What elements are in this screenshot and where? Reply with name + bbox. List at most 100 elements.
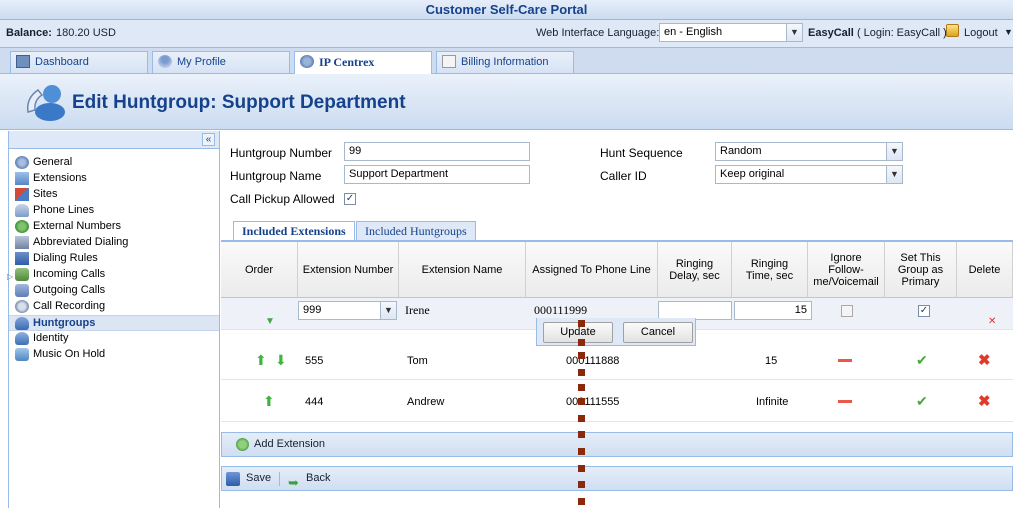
call-pickup-checkbox[interactable]: ✓ bbox=[344, 193, 356, 205]
extension-name-cell: Andrew bbox=[407, 396, 445, 408]
chevron-down-icon: ▼ bbox=[886, 166, 902, 183]
minus-icon bbox=[838, 400, 852, 403]
sidebar-item-huntgroups[interactable]: Huntgroups bbox=[9, 315, 219, 331]
chevron-down-icon: ▼ bbox=[786, 24, 802, 41]
tab-dashboard[interactable]: Dashboard bbox=[10, 51, 148, 73]
move-down-icon[interactable]: ⬇ bbox=[275, 352, 287, 369]
column-header-assigned-line[interactable]: Assigned To Phone Line bbox=[526, 242, 658, 298]
sidebar-item-abbreviated-dialing[interactable]: Abbreviated Dialing bbox=[9, 235, 219, 251]
sidebar-item-label: Abbreviated Dialing bbox=[33, 236, 129, 248]
tab-included-extensions[interactable]: Included Extensions bbox=[233, 221, 355, 242]
call-pickup-label: Call Pickup Allowed bbox=[230, 192, 335, 206]
caller-id-label: Caller ID bbox=[600, 169, 647, 183]
sites-icon bbox=[15, 188, 29, 201]
move-up-icon[interactable]: ⬆ bbox=[263, 393, 275, 410]
sidebar-item-call-recording[interactable]: Call Recording bbox=[9, 299, 219, 315]
column-header-extension-number[interactable]: Extension Number bbox=[298, 242, 399, 298]
move-up-icon[interactable]: ⬆ bbox=[255, 352, 267, 369]
save-button[interactable]: Save bbox=[246, 467, 271, 490]
page-title: Edit Huntgroup: Support Department bbox=[72, 92, 406, 113]
add-icon[interactable] bbox=[236, 438, 249, 451]
check-icon[interactable]: ✔ bbox=[916, 393, 928, 410]
collapse-sidebar-button[interactable]: « bbox=[202, 133, 215, 146]
group-icon bbox=[15, 317, 29, 330]
logout-menu-arrow-icon[interactable]: ▼ bbox=[1004, 27, 1013, 37]
sidebar-item-dialing-rules[interactable]: Dialing Rules bbox=[9, 251, 219, 267]
tab-billing-information[interactable]: Billing Information bbox=[436, 51, 574, 73]
user-info: EasyCall ( Login: EasyCall ) bbox=[808, 27, 947, 39]
sidebar-item-label: External Numbers bbox=[33, 220, 122, 232]
column-header-ringing-time[interactable]: Ringing Time, sec bbox=[732, 242, 808, 298]
dashboard-icon bbox=[16, 55, 30, 68]
tab-included-huntgroups[interactable]: Included Huntgroups bbox=[356, 221, 476, 241]
expand-arrow-icon[interactable]: ▷ bbox=[7, 269, 13, 284]
toolbar-divider bbox=[279, 472, 280, 486]
ringing-time-input[interactable]: 15 bbox=[734, 301, 812, 320]
phone-user-icon bbox=[26, 85, 65, 121]
column-header-delete[interactable]: Delete bbox=[957, 242, 1013, 298]
tab-ip-centrex[interactable]: IP Centrex bbox=[294, 51, 432, 75]
sidebar-item-external-numbers[interactable]: External Numbers bbox=[9, 219, 219, 235]
minus-icon bbox=[838, 359, 852, 362]
column-header-ignore-followme[interactable]: Ignore Follow-me/Voicemail bbox=[808, 242, 885, 298]
huntgroup-number-label: Huntgroup Number bbox=[230, 146, 333, 160]
user-name: EasyCall bbox=[808, 27, 854, 39]
ignore-followme-checkbox[interactable] bbox=[841, 305, 853, 317]
arrow-down-icon[interactable]: ▼ bbox=[265, 316, 275, 327]
gear-icon bbox=[300, 55, 314, 68]
sidebar-item-music-on-hold[interactable]: Music On Hold bbox=[9, 347, 219, 363]
extension-number-select[interactable]: 999 ▼ bbox=[298, 301, 397, 320]
portal-title-bar: Customer Self-Care Portal bbox=[0, 0, 1013, 20]
save-icon[interactable] bbox=[226, 472, 240, 486]
music-icon bbox=[15, 348, 29, 361]
sidebar-item-identity[interactable]: Identity bbox=[9, 331, 219, 347]
sidebar-item-extensions[interactable]: Extensions bbox=[9, 171, 219, 187]
set-primary-checkbox[interactable]: ✓ bbox=[918, 305, 930, 317]
sidebar-item-incoming-calls[interactable]: ▷ Incoming Calls bbox=[7, 267, 219, 284]
sidebar-item-label: Sites bbox=[33, 188, 58, 200]
check-icon[interactable]: ✔ bbox=[916, 352, 928, 369]
account-bar: Balance: 180.20 USD Web Interface Langua… bbox=[0, 20, 1013, 48]
add-extension-button[interactable]: Add Extension bbox=[254, 433, 325, 456]
delete-icon[interactable]: ✕ bbox=[988, 316, 996, 327]
back-button[interactable]: Back bbox=[306, 467, 330, 490]
sidebar-item-sites[interactable]: Sites bbox=[9, 187, 219, 203]
huntgroup-number-input[interactable]: 99 bbox=[344, 142, 530, 161]
column-header-extension-name[interactable]: Extension Name bbox=[399, 242, 526, 298]
chevron-down-icon: ▼ bbox=[886, 143, 902, 160]
column-header-ringing-delay[interactable]: Ringing Delay, sec bbox=[658, 242, 732, 298]
column-header-order[interactable]: Order bbox=[221, 242, 298, 298]
add-extension-toolbar: Add Extension bbox=[221, 432, 1013, 457]
sidebar-item-label: Huntgroups bbox=[33, 317, 96, 329]
recording-icon bbox=[15, 300, 29, 313]
assigned-line-cell: 000111888 bbox=[566, 355, 620, 367]
extension-number-cell: 555 bbox=[305, 355, 324, 367]
lock-icon[interactable] bbox=[946, 24, 959, 37]
back-arrow-icon[interactable]: ➥ bbox=[288, 471, 299, 494]
sidebar-item-phone-lines[interactable]: Phone Lines bbox=[9, 203, 219, 219]
tab-label: My Profile bbox=[177, 56, 226, 68]
tab-my-profile[interactable]: My Profile bbox=[152, 51, 290, 73]
sidebar-item-label: General bbox=[33, 156, 73, 168]
sidebar-item-label: Identity bbox=[33, 332, 69, 344]
hunt-sequence-select[interactable]: Random ▼ bbox=[715, 142, 903, 161]
rules-icon bbox=[15, 252, 29, 265]
sidebar-item-label: Call Recording bbox=[33, 300, 106, 312]
column-header-set-primary[interactable]: Set This Group as Primary bbox=[885, 242, 957, 298]
sidebar-item-general[interactable]: General bbox=[9, 155, 219, 171]
language-select[interactable]: en - English ▼ bbox=[659, 23, 803, 42]
phone-icon bbox=[15, 204, 29, 217]
sidebar-item-label: Outgoing Calls bbox=[33, 284, 106, 296]
balance-value: 180.20 USD bbox=[56, 27, 116, 39]
portal-title: Customer Self-Care Portal bbox=[425, 2, 588, 17]
caller-id-select[interactable]: Keep original ▼ bbox=[715, 165, 903, 184]
delete-icon[interactable]: ✖ bbox=[978, 392, 991, 410]
caller-id-value: Keep original bbox=[720, 168, 785, 180]
sidebar-item-label: Incoming Calls bbox=[33, 268, 106, 280]
outgoing-call-icon bbox=[15, 284, 29, 297]
document-icon bbox=[442, 55, 456, 68]
delete-icon[interactable]: ✖ bbox=[978, 351, 991, 369]
logout-button[interactable]: Logout bbox=[964, 27, 998, 39]
huntgroup-name-input[interactable]: Support Department bbox=[344, 165, 530, 184]
sidebar-item-outgoing-calls[interactable]: Outgoing Calls bbox=[9, 283, 219, 299]
